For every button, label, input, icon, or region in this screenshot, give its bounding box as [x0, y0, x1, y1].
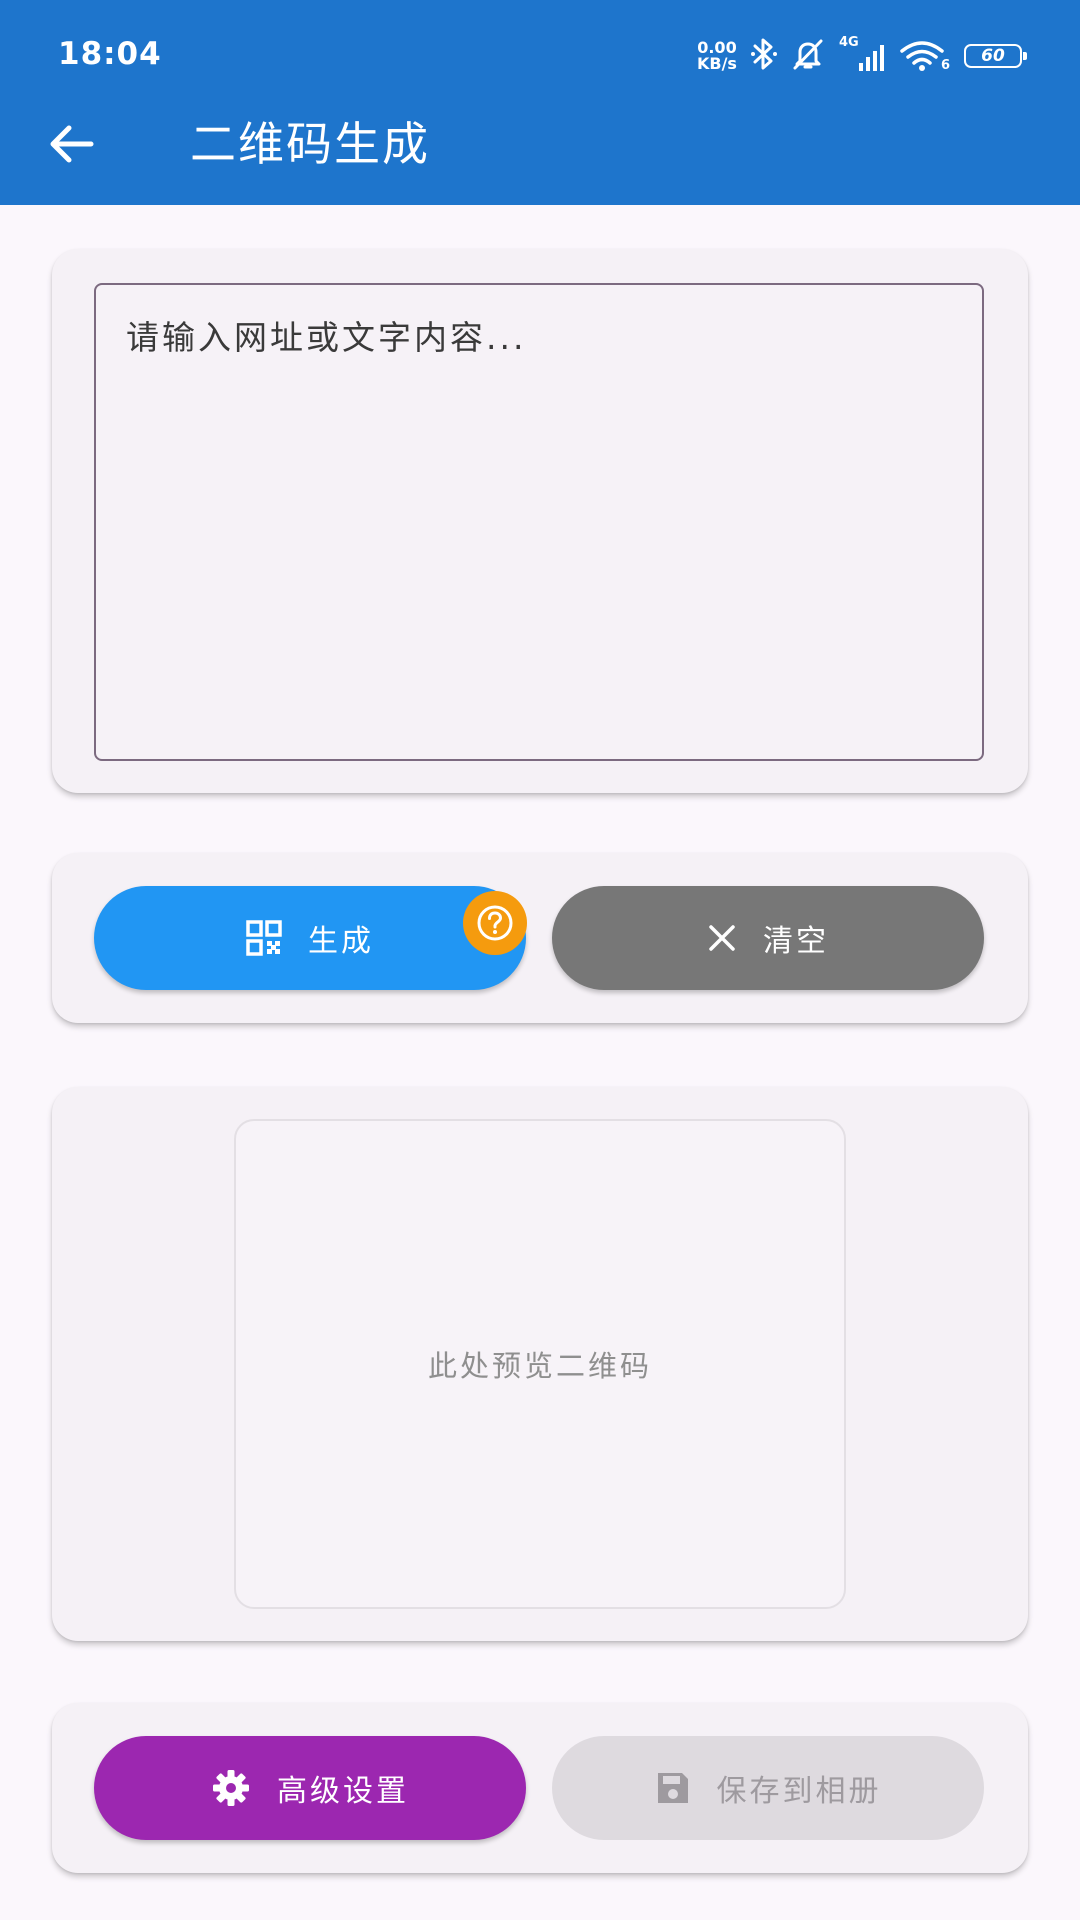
battery-level: 60	[981, 46, 1005, 66]
bluetooth-icon	[750, 37, 777, 75]
qr-code-icon	[246, 920, 282, 956]
back-button[interactable]	[44, 116, 100, 172]
content-input[interactable]	[94, 283, 984, 761]
input-card	[52, 249, 1028, 793]
save-to-album-label: 保存到相册	[716, 1774, 882, 1809]
signal-label: 4G	[838, 35, 859, 50]
bottom-actions-card: 高级设置 保存到相册	[52, 1703, 1028, 1873]
advanced-settings-button[interactable]: 高级设置	[94, 1736, 526, 1840]
clear-label: 清空	[763, 924, 829, 959]
save-to-album-button[interactable]: 保存到相册	[552, 1736, 984, 1840]
net-speed: 0.00 KB/s	[697, 40, 737, 72]
preview-placeholder: 此处预览二维码	[427, 1349, 652, 1383]
preview-card: 此处预览二维码	[52, 1087, 1028, 1641]
battery-icon: 60	[964, 44, 1027, 68]
cell-signal-icon: 4G	[839, 35, 885, 73]
net-speed-unit: KB/s	[696, 54, 737, 73]
wifi-label: 6	[940, 58, 950, 73]
help-badge[interactable]	[463, 891, 527, 955]
gear-icon	[213, 1770, 249, 1806]
status-time: 18:04	[58, 36, 162, 72]
qr-preview-area: 此处预览二维码	[234, 1119, 846, 1609]
generate-label: 生成	[308, 924, 374, 959]
wifi-icon: 6	[899, 39, 950, 73]
clear-button[interactable]: 清空	[552, 886, 984, 990]
page-title: 二维码生成	[190, 117, 430, 171]
help-circle-icon	[477, 905, 513, 941]
generate-button[interactable]: 生成	[94, 886, 526, 990]
status-icons: 0.00 KB/s 4G 6 60	[697, 35, 1027, 76]
actions-card: 生成 清空	[52, 853, 1028, 1023]
arrow-back-icon	[50, 125, 94, 163]
close-icon	[709, 925, 735, 951]
save-icon	[657, 1773, 688, 1803]
bell-off-icon	[791, 37, 825, 75]
advanced-settings-label: 高级设置	[277, 1774, 409, 1809]
app-bar: 18:04 0.00 KB/s 4G 6 60 二维码生成	[0, 0, 1080, 205]
